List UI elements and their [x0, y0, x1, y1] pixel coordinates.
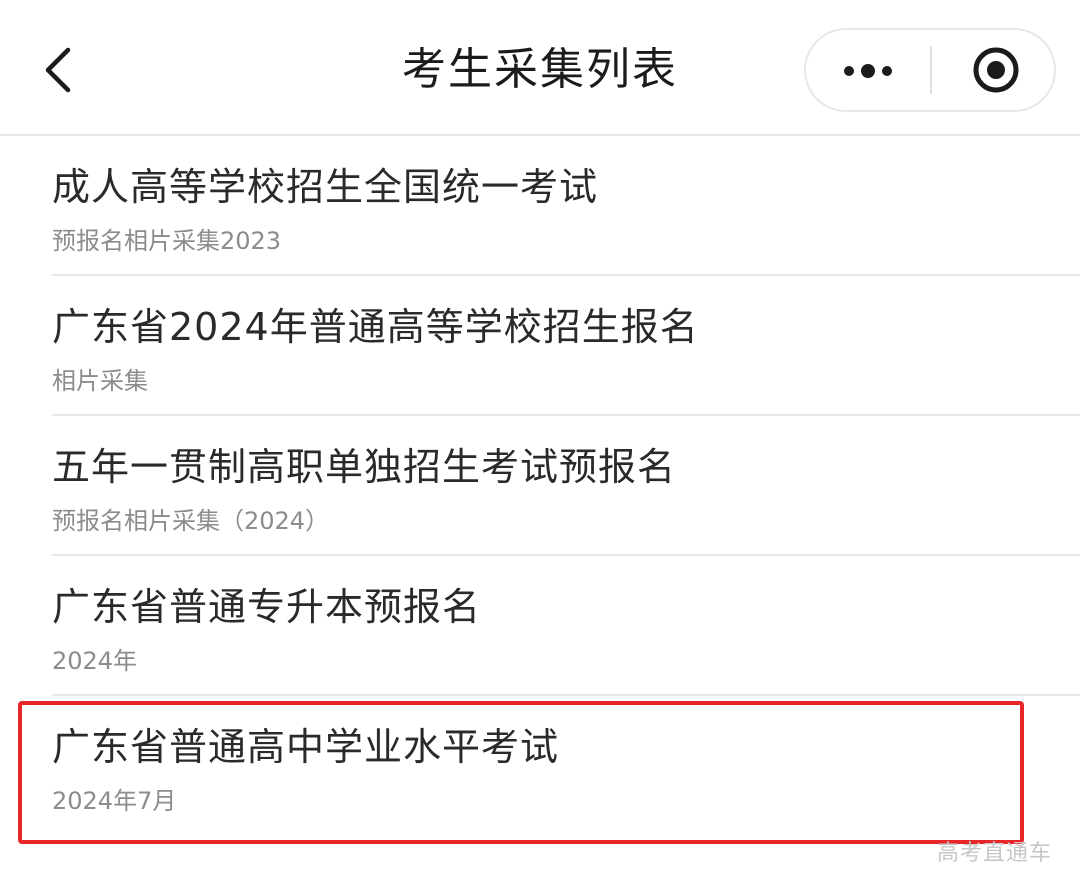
- close-button[interactable]: [932, 30, 1056, 110]
- more-dots-icon: [844, 64, 892, 78]
- item-subtitle: 相片采集: [52, 367, 148, 395]
- more-button[interactable]: [806, 30, 930, 110]
- chevron-left-icon: [45, 47, 71, 93]
- list-item[interactable]: 成人高等学校招生全国统一考试 预报名相片采集2023: [0, 136, 1080, 276]
- navigation-bar: 考生采集列表: [0, 0, 1080, 136]
- item-title: 成人高等学校招生全国统一考试: [52, 165, 599, 209]
- exam-collection-list: 成人高等学校招生全国统一考试 预报名相片采集2023 广东省2024年普通高等学…: [0, 136, 1080, 836]
- watermark: 高考直通车: [936, 841, 1052, 866]
- mini-program-capsule: [804, 28, 1056, 112]
- item-subtitle: 预报名相片采集2023: [52, 227, 282, 255]
- item-title: 五年一贯制高职单独招生考试预报名: [52, 445, 677, 489]
- target-circle-icon: [973, 47, 1019, 93]
- item-subtitle: 预报名相片采集（2024）: [52, 507, 330, 535]
- item-title: 广东省普通高中学业水平考试: [52, 725, 560, 769]
- list-item[interactable]: 广东省普通高中学业水平考试 2024年7月: [0, 696, 1080, 836]
- list-item[interactable]: 广东省普通专升本预报名 2024年: [0, 556, 1080, 696]
- list-item[interactable]: 广东省2024年普通高等学校招生报名 相片采集: [0, 276, 1080, 416]
- item-title: 广东省普通专升本预报名: [52, 585, 482, 629]
- list-item[interactable]: 五年一贯制高职单独招生考试预报名 预报名相片采集（2024）: [0, 416, 1080, 556]
- item-subtitle: 2024年: [52, 647, 138, 675]
- item-subtitle: 2024年7月: [52, 787, 177, 815]
- item-title: 广东省2024年普通高等学校招生报名: [52, 305, 699, 349]
- back-button[interactable]: [30, 38, 90, 102]
